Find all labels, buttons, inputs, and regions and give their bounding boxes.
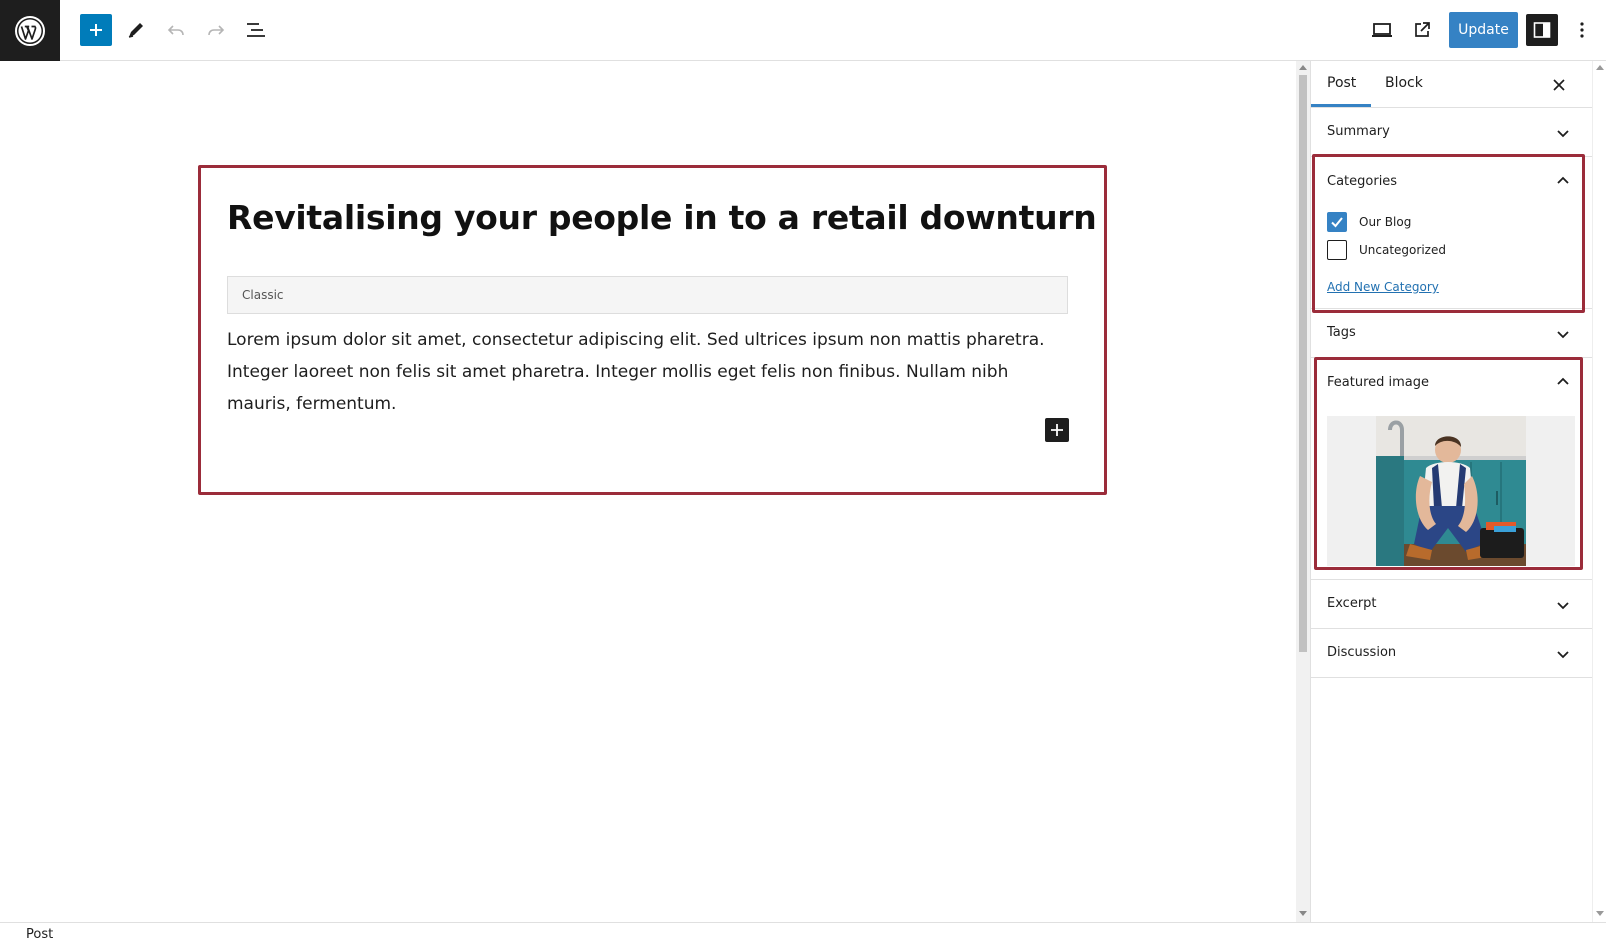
tab-post[interactable]: Post: [1327, 75, 1356, 91]
tags-panel-title: Tags: [1327, 325, 1356, 340]
close-sidebar-button[interactable]: [1547, 73, 1571, 97]
plus-icon: [90, 24, 102, 36]
document-overview-button[interactable]: [240, 14, 272, 46]
active-tab-indicator: [1311, 104, 1371, 107]
settings-sidebar: Post Block Summary Categories Our Blog U…: [1310, 61, 1593, 922]
sidebar-icon: [1533, 22, 1551, 38]
undo-button[interactable]: [160, 14, 192, 46]
laptop-icon: [1372, 23, 1392, 37]
sidebar-tabs: Post Block: [1311, 61, 1593, 108]
update-button[interactable]: Update: [1449, 12, 1518, 48]
block-breadcrumb-bar: Post: [0, 922, 1606, 946]
chevron-down-icon: [1557, 602, 1569, 610]
external-link-icon: [1415, 22, 1430, 37]
excerpt-panel[interactable]: Excerpt: [1311, 580, 1593, 629]
scroll-up-arrow-icon[interactable]: [1299, 65, 1307, 70]
more-vertical-icon: [1580, 22, 1584, 38]
post-title[interactable]: Revitalising your people in to a retail …: [227, 198, 1097, 237]
options-menu-button[interactable]: [1566, 14, 1598, 46]
tools-edit-button[interactable]: [120, 14, 152, 46]
post-body-paragraph[interactable]: Lorem ipsum dolor sit amet, consectetur …: [227, 324, 1077, 420]
classic-block-label: Classic: [242, 288, 284, 302]
editor-header: Update: [0, 0, 1606, 61]
scrollbar-thumb[interactable]: [1299, 75, 1307, 652]
tags-panel[interactable]: Tags: [1311, 309, 1593, 358]
inline-block-inserter-button[interactable]: [1045, 418, 1069, 442]
redo-icon: [208, 25, 225, 36]
chevron-down-icon: [1557, 130, 1569, 138]
list-view-icon: [247, 23, 265, 37]
excerpt-panel-title: Excerpt: [1327, 596, 1377, 611]
preview-button[interactable]: [1366, 14, 1398, 46]
plus-icon: [1051, 424, 1063, 436]
settings-sidebar-toggle[interactable]: [1526, 14, 1558, 46]
summary-panel-title: Summary: [1327, 124, 1390, 139]
scroll-down-arrow-icon[interactable]: [1299, 911, 1307, 916]
chevron-down-icon: [1557, 651, 1569, 659]
sidebar-scrollbar[interactable]: [1592, 61, 1606, 922]
featured-image-highlight: [1314, 357, 1583, 570]
editor-canvas[interactable]: Revitalising your people in to a retail …: [0, 61, 1296, 922]
wordpress-logo-button[interactable]: [0, 0, 60, 61]
summary-panel[interactable]: Summary: [1311, 108, 1593, 157]
scroll-up-arrow-icon[interactable]: [1596, 65, 1604, 70]
chevron-down-icon: [1557, 331, 1569, 339]
tab-block[interactable]: Block: [1385, 75, 1423, 91]
wordpress-icon: [15, 15, 45, 46]
canvas-scrollbar[interactable]: [1296, 61, 1310, 922]
classic-block-toolbar[interactable]: Classic: [227, 276, 1068, 314]
breadcrumb-post[interactable]: Post: [26, 927, 53, 942]
scroll-down-arrow-icon[interactable]: [1596, 911, 1604, 916]
close-icon: [1553, 79, 1565, 91]
view-post-button[interactable]: [1406, 14, 1438, 46]
post-content-highlight: Revitalising your people in to a retail …: [198, 165, 1107, 495]
categories-highlight: [1312, 154, 1585, 313]
block-inserter-button[interactable]: [80, 14, 112, 46]
pencil-icon: [128, 23, 143, 38]
redo-button[interactable]: [200, 14, 232, 46]
discussion-panel-title: Discussion: [1327, 645, 1397, 660]
discussion-panel[interactable]: Discussion: [1311, 629, 1593, 678]
undo-icon: [167, 25, 184, 36]
